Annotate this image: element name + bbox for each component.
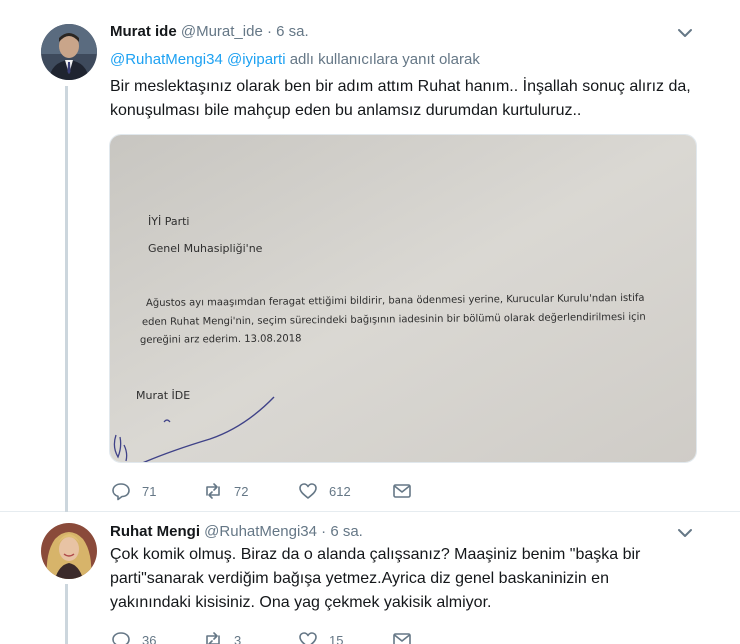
retweet-icon	[206, 483, 220, 499]
timestamp[interactable]: 6 sa.	[276, 23, 309, 40]
direct-message-button[interactable]	[391, 480, 413, 502]
chevron-down-icon[interactable]	[676, 524, 694, 542]
reply-count: 36	[142, 632, 157, 644]
author-handle[interactable]: @RuhatMengi34	[204, 523, 317, 540]
tweet-text: Bir meslektaşınız olarak ben bir adım at…	[110, 78, 691, 119]
tweet-ruhat-mengi[interactable]: Ruhat Mengi @RuhatMengi34 · 6 sa. Çok ko…	[0, 512, 740, 644]
reply-context: @RuhatMengi34 @iyiparti adlı kullanıcıla…	[110, 50, 480, 70]
tweet-header: Murat ide @Murat_ide · 6 sa.	[110, 22, 309, 42]
tweet-photo[interactable]: İYİ Parti Genel Muhasipliği'ne Ağustos a…	[109, 134, 697, 463]
direct-message-button[interactable]	[391, 629, 413, 644]
like-count: 15	[329, 632, 344, 644]
reply-context-suffix: adlı kullanıcılara yanıt olarak	[289, 51, 480, 68]
reply-button[interactable]: 36	[110, 629, 156, 644]
doc-body-line3: gereğini arz ederim. 13.08.2018	[140, 332, 302, 346]
reply-button[interactable]: 71	[110, 480, 156, 502]
tweet-header: Ruhat Mengi @RuhatMengi34 · 6 sa.	[110, 522, 363, 542]
reply-icon	[112, 483, 130, 501]
separator: ·	[266, 23, 272, 40]
doc-recipient-line2: Genel Muhasipliği'ne	[148, 242, 263, 255]
retweet-button[interactable]: 72	[202, 480, 248, 502]
like-button[interactable]: 15	[297, 629, 343, 644]
reply-icon	[112, 632, 130, 644]
author-name[interactable]: Ruhat Mengi	[110, 523, 200, 540]
separator: ·	[321, 523, 327, 540]
thread-line	[65, 584, 68, 644]
timestamp[interactable]: 6 sa.	[330, 523, 363, 540]
doc-recipient-line1: İYİ Parti	[148, 215, 189, 228]
tweet-murat-ide[interactable]: Murat ide @Murat_ide · 6 sa. @RuhatMengi…	[0, 0, 740, 512]
retweet-count: 3	[234, 632, 242, 644]
author-handle[interactable]: @Murat_ide	[181, 23, 263, 40]
thread-line	[65, 86, 68, 512]
doc-signature-name: Murat İDE	[136, 389, 190, 402]
like-button[interactable]: 612	[297, 480, 351, 502]
author-name[interactable]: Murat ide	[110, 23, 177, 40]
retweet-count: 72	[234, 483, 249, 499]
heart-icon	[299, 632, 317, 644]
mention-ruhatmengi34[interactable]: @RuhatMengi34	[110, 51, 223, 68]
like-count: 612	[329, 483, 351, 499]
heart-icon	[299, 483, 317, 499]
chevron-down-icon[interactable]	[676, 24, 694, 42]
retweet-button[interactable]: 3	[202, 629, 241, 644]
retweet-icon	[206, 632, 220, 644]
mention-iyiparti[interactable]: @iyiparti	[227, 51, 286, 68]
tweet-text: Çok komik olmuş. Biraz da o alanda çalış…	[110, 546, 641, 611]
avatar[interactable]	[41, 523, 97, 579]
reply-count: 71	[142, 483, 157, 499]
avatar[interactable]	[41, 24, 97, 80]
envelope-icon	[393, 484, 411, 498]
envelope-icon	[393, 633, 411, 644]
